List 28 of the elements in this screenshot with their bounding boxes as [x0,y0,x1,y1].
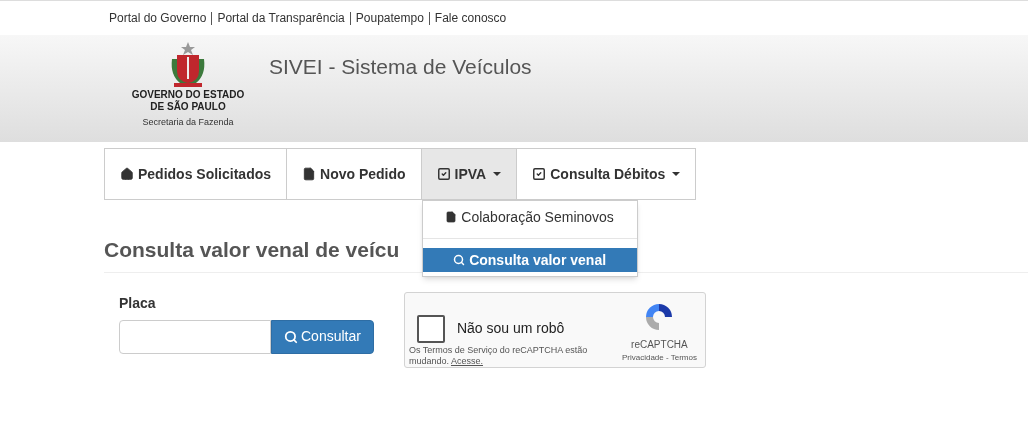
logo-text: DE SÃO PAULO [150,101,226,113]
recaptcha-footer: Privacidade - Termos [621,351,697,364]
recaptcha-brand: reCAPTCHA [631,337,688,352]
file-icon [445,211,458,223]
logo-text: GOVERNO DO ESTADO [131,89,245,100]
page-heading: Consulta valor venal de veícu [104,237,400,263]
captcha-link[interactable]: Acesse. [450,355,483,366]
menu-item[interactable]: Consulta valor venal [422,248,637,272]
checkbox-icon [532,167,547,181]
logo-subtitle: Secretaria da Fazenda [142,116,234,129]
top-link[interactable]: Portal da Transparência [217,9,345,27]
top-link[interactable]: Portal do Governo [109,9,207,27]
top-link[interactable]: Fale conosco [434,9,507,27]
captcha-checkbox[interactable] [416,314,445,343]
plate-field[interactable] [119,319,271,354]
nav-tab[interactable]: IPVA [420,149,517,199]
home-icon [120,167,134,181]
file-icon [302,167,317,181]
site-title: SIVEI - Sistema de Veículos [269,54,532,80]
checkbox-icon [436,167,451,181]
field-label: Placa [119,293,157,313]
captcha-notice: Os Termos de Serviço do reCAPTCHA estão mudando. Acesse. [408,344,589,367]
search-icon [453,254,466,266]
search-icon [284,329,298,344]
search-button[interactable]: Consultar [271,319,374,354]
captcha-label: Não sou um robô [456,319,565,338]
menu-item[interactable]: Colaboração Seminovos [422,205,637,229]
top-link[interactable]: Poupatempo [355,9,424,27]
